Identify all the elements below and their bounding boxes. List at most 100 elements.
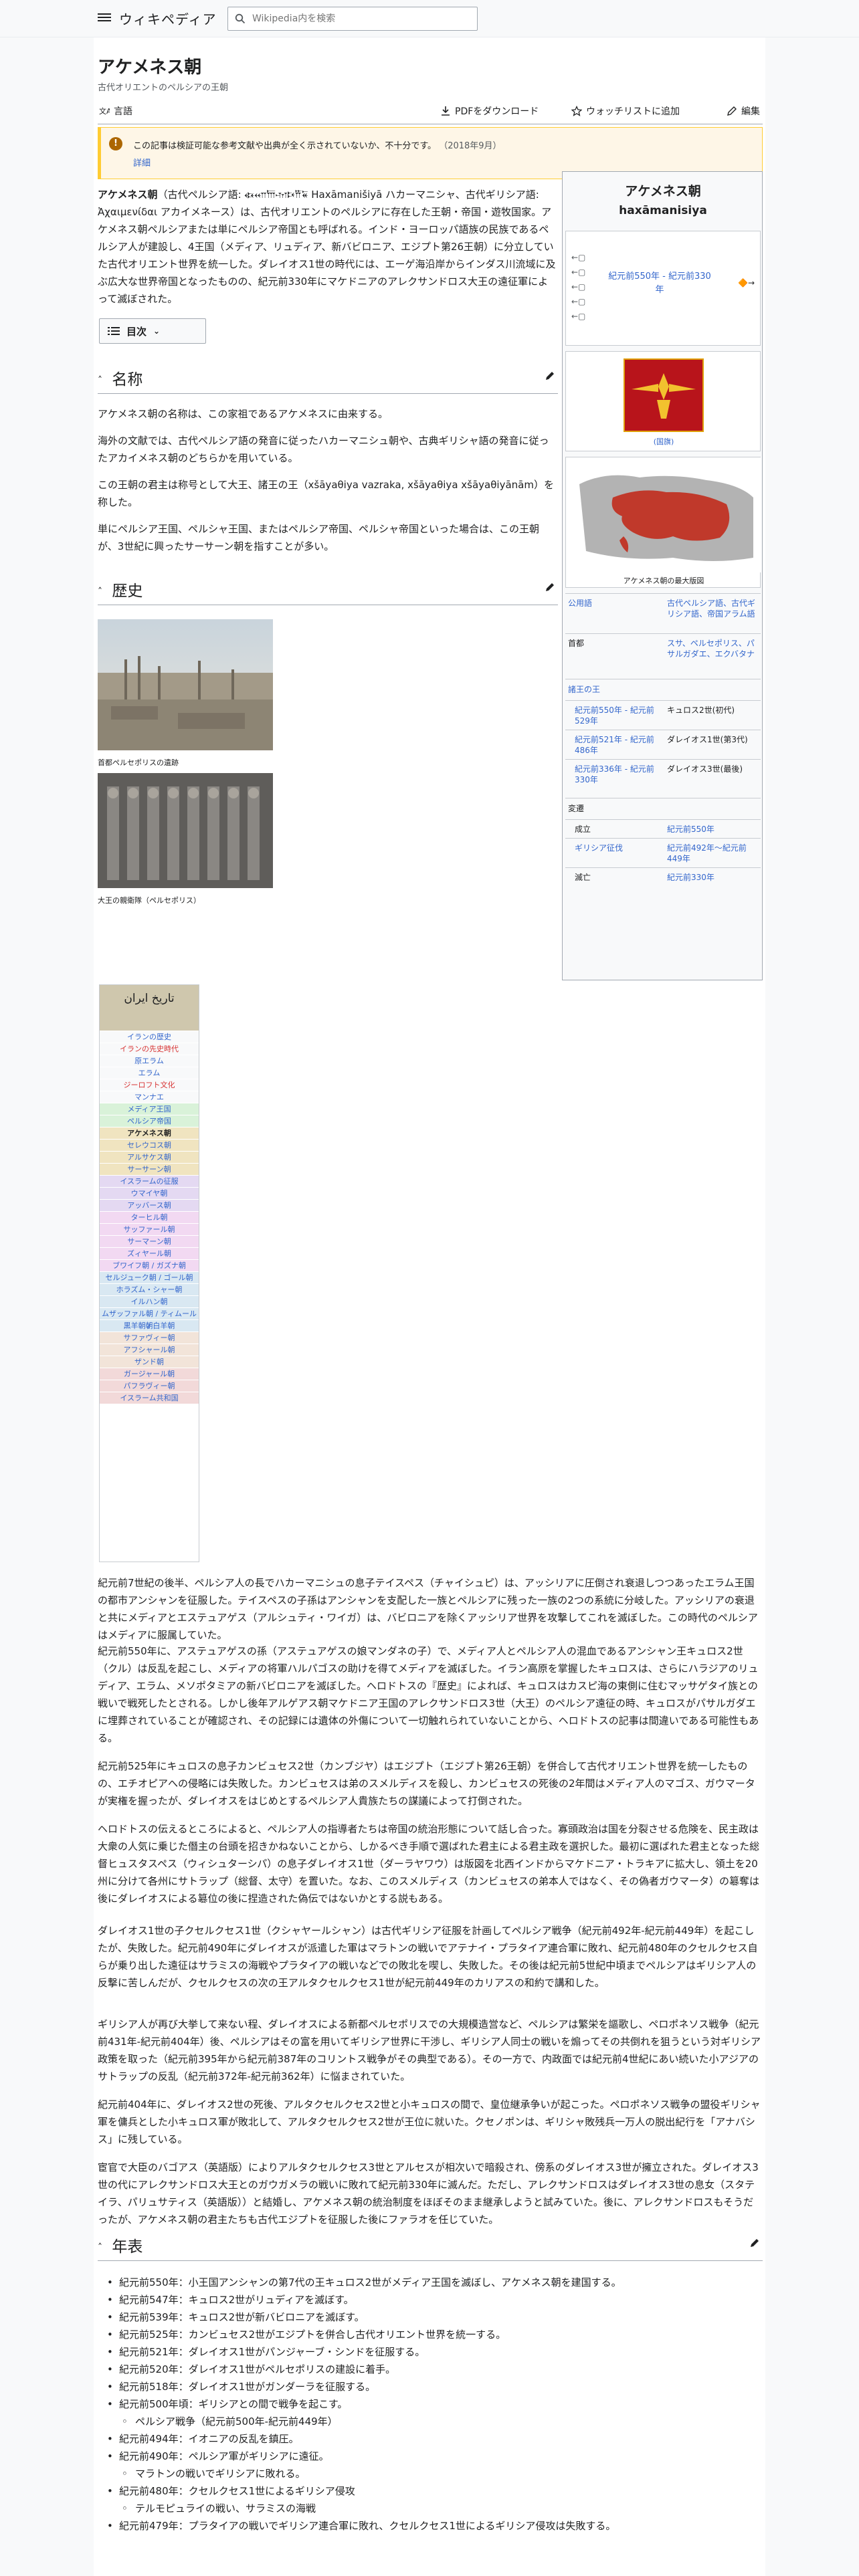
previous-states[interactable]: ←▢ ←▢ ←▢ ←▢ ←▢ <box>571 250 585 324</box>
king-name[interactable]: ダレイオス3世(最後) <box>667 764 759 774</box>
name-paragraph-2: 海外の文献では、古代ペルシア語の発音に従ったハカーマニシュ朝や、古典ギリシャ語の… <box>98 435 549 464</box>
history-paragraph-1: 紀元前7世紀の後半、ペルシア人の長でハカーマニシュの息子テイスペス（チャイシュピ… <box>98 1577 758 1641</box>
history-paragraph-6: ギリシア人が再び大挙して来ない程、ダレイオスによる新都ペルセポリスでの大規模造営… <box>98 2018 761 2082</box>
navbox-item[interactable]: サッファール朝 <box>100 1223 199 1235</box>
row-value[interactable]: スサ、ペルセポリス、パサルガダエ、エクバタナ <box>667 638 759 659</box>
list-item: 紀元前500年頃：ギリシアとの間で戦争を起こす。 <box>107 2395 763 2413</box>
star-icon <box>571 106 582 116</box>
navbox-item[interactable]: アッバース朝 <box>100 1199 199 1211</box>
navbox-item[interactable]: ザンド朝 <box>100 1356 199 1368</box>
change-date[interactable]: 紀元前330年 <box>667 872 759 883</box>
notice-text: この記事は検証可能な参考文献や出典が全く示されていないか、不十分です。 <box>133 141 437 151</box>
kings-heading[interactable]: 諸王の王 <box>565 679 761 699</box>
toc-button[interactable]: 目次 ⌄ <box>99 318 206 344</box>
watchlist-button[interactable]: ウォッチリストに追加 <box>571 104 680 118</box>
edit-button[interactable]: 編集 <box>727 104 760 118</box>
navbox-item[interactable]: パフラヴィー朝 <box>100 1380 199 1392</box>
navbox-item[interactable]: ブワイフ朝 / ガズナ朝 <box>100 1259 199 1271</box>
persepolis-ruins-image[interactable] <box>98 619 273 750</box>
king-row: 紀元前521年 - 紀元前486年 ダレイオス1世(第3代) <box>565 730 761 759</box>
king-name[interactable]: キュロス2世(初代) <box>667 705 759 716</box>
king-period[interactable]: 紀元前521年 - 紀元前486年 <box>568 734 662 756</box>
iran-history-navbox: تاريخ ايران イランの歴史 イランの先史時代 原エラム エラム ジーロフト文化… <box>99 984 199 1562</box>
persepolis-figure: 首都ペルセポリスの遺跡 <box>98 619 273 768</box>
change-date[interactable]: 紀元前550年 <box>667 824 759 835</box>
navbox-item[interactable]: アルサケス朝 <box>100 1151 199 1163</box>
flag-caption[interactable]: (国旗) <box>566 436 761 447</box>
navbox-header: تاريخ ايران <box>100 985 199 1031</box>
infobox-row: 首都 スサ、ペルセポリス、パサルガダエ、エクバタナ <box>565 633 761 673</box>
section-heading-name[interactable]: ˄ 名称 <box>98 366 558 394</box>
navbox-item[interactable]: ズィヤール朝 <box>100 1247 199 1259</box>
change-event[interactable]: ギリシア征伐 <box>568 843 662 853</box>
main-menu-icon[interactable] <box>98 11 111 25</box>
toc-label: 目次 <box>126 325 147 338</box>
search-box[interactable] <box>227 7 478 31</box>
guards-caption: 大王の親衛隊（ペルセポリス） <box>98 896 201 905</box>
navbox-item[interactable]: サーマーン朝 <box>100 1235 199 1247</box>
intro-text: （古代ペルシア語: 𐏃𐎧𐎠𐎶𐎴𐎡𐏁 Haxāmanišiyā ハカーマニシャ、古… <box>98 189 556 305</box>
row-value[interactable]: 古代ペルシア語、古代ギリシア語、帝国アラム語 <box>667 598 759 619</box>
navbox-item[interactable]: イランの先史時代 <box>100 1043 199 1055</box>
change-date[interactable]: 紀元前492年〜紀元前449年 <box>667 843 759 864</box>
section-title-history: 歴史 <box>112 582 143 600</box>
row-label[interactable]: 公用語 <box>568 598 662 609</box>
navbox-item[interactable]: セレウコス朝 <box>100 1139 199 1151</box>
history-paragraph-8: 宦官で大臣のバゴアス（英語版）によりアルタクセルクセス3世とアルセスが相次いで暗… <box>98 2161 759 2226</box>
search-input[interactable] <box>252 11 466 26</box>
pencil-icon <box>727 106 737 116</box>
navbox-item[interactable]: ターヒル朝 <box>100 1211 199 1223</box>
navbox-item[interactable]: 原エラム <box>100 1055 199 1067</box>
warning-icon: ! <box>109 137 122 150</box>
king-period[interactable]: 紀元前550年 - 紀元前529年 <box>568 705 662 726</box>
pdf-download-button[interactable]: PDFをダウンロード <box>440 104 539 118</box>
navbox-item[interactable]: ムザッファル朝 / ティムール朝 <box>100 1307 199 1330</box>
guards-relief-image[interactable] <box>98 773 273 888</box>
navbox-item[interactable]: サーサーン朝 <box>100 1163 199 1175</box>
next-state[interactable]: 🔶→ <box>738 278 755 288</box>
history-paragraph-3: 紀元前525年にキュロスの息子カンビュセス2世（カンブジヤ）はエジプト（エジプト… <box>98 1760 755 1807</box>
section-heading-history[interactable]: ˄ 歴史 <box>98 578 558 605</box>
collapse-icon: ˄ <box>98 2242 102 2253</box>
navbox-item[interactable]: イランの歴史 <box>100 1031 199 1043</box>
name-paragraph-4: 単にペルシア王国、ペルシャ王国、またはペルシア帝国、ペルシャ帝国といった場合は、… <box>98 523 540 552</box>
navbox-item[interactable]: アフシャール朝 <box>100 1344 199 1356</box>
navbox-item[interactable]: ウマイヤ朝 <box>100 1187 199 1199</box>
navbox-item[interactable]: ジーロフト文化 <box>100 1079 199 1091</box>
site-logo[interactable]: ウィキペディア <box>119 9 217 28</box>
flag-image[interactable] <box>624 358 704 432</box>
period-link[interactable]: 紀元前550年 - 紀元前330年 <box>606 270 713 297</box>
navbox-item[interactable]: メディア王国 <box>100 1103 199 1115</box>
navbox-item[interactable]: サファヴィー朝 <box>100 1331 199 1344</box>
language-icon: 文A <box>99 106 110 116</box>
succession-box: ←▢ ←▢ ←▢ ←▢ ←▢ 紀元前550年 - 紀元前330年 🔶→ <box>565 231 761 346</box>
navbox-item[interactable]: ガージャール朝 <box>100 1368 199 1380</box>
empire-map-image[interactable] <box>566 457 761 572</box>
chronology-list: 紀元前550年：小王国アンシャンの第7代の王キュロス2世がメディア王国を滅ぼし、… <box>107 2274 763 2535</box>
navbox-item[interactable]: イルハン朝 <box>100 1295 199 1307</box>
list-icon <box>108 327 120 335</box>
navbox-item[interactable]: 黒羊朝 / 白羊朝 <box>100 1319 199 1331</box>
king-row: 紀元前550年 - 紀元前529年 キュロス2世(初代) <box>565 700 761 730</box>
navbox-item[interactable]: ホラズム・シャー朝 <box>100 1283 199 1295</box>
edit-section-icon[interactable] <box>545 582 555 593</box>
edit-section-icon[interactable] <box>749 2238 760 2248</box>
navbox-item[interactable]: ペルシア帝国 <box>100 1115 199 1127</box>
edit-section-icon[interactable] <box>545 370 555 381</box>
section-heading-chronology[interactable]: ˄ 年表 <box>98 2234 763 2261</box>
changes-heading: 変遷 <box>565 798 761 818</box>
notice-details-link[interactable]: 詳細 <box>133 156 151 169</box>
navbox-item[interactable]: イスラームの征服 <box>100 1175 199 1187</box>
navbox-item[interactable]: イスラーム共和国 <box>100 1392 199 1404</box>
change-row: 滅亡 紀元前330年 <box>565 867 761 886</box>
navbox-item[interactable]: マンナエ <box>100 1091 199 1103</box>
page-toolbar: 文A 言語 PDFをダウンロード ウォッチリストに追加 編集 <box>98 98 763 124</box>
navbox-item[interactable]: セルジューク朝 / ゴール朝 <box>100 1271 199 1283</box>
navbox-item[interactable]: エラム <box>100 1067 199 1079</box>
chevron-down-icon: ⌄ <box>153 326 161 336</box>
king-row: 紀元前336年 - 紀元前330年 ダレイオス3世(最後) <box>565 759 761 788</box>
king-period[interactable]: 紀元前336年 - 紀元前330年 <box>568 764 662 785</box>
list-item: 紀元前480年：クセルクセス1世によるギリシア侵攻 <box>107 2482 763 2500</box>
language-button[interactable]: 文A 言語 <box>99 104 132 118</box>
king-name[interactable]: ダレイオス1世(第3代) <box>667 734 759 745</box>
